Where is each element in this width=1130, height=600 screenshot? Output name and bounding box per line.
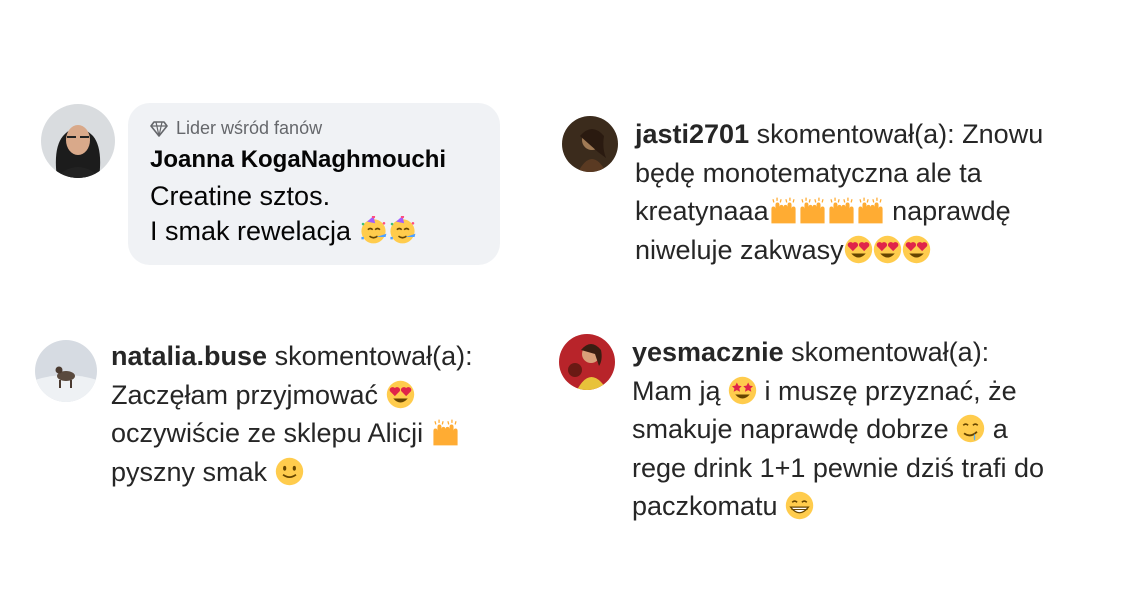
comment-text-line: smakuje naprawdę dobrze a [632,414,1008,444]
heart-eyes-emoji [902,235,931,264]
heart-eyes-emoji [386,380,415,409]
diamond-icon [150,120,168,137]
avatar[interactable] [35,340,97,402]
comment-text-line: Creatine sztos. [150,181,331,211]
avatar[interactable] [562,116,618,172]
heart-eyes-emoji [844,235,873,264]
badge-label: Lider wśród fanów [176,118,323,138]
comment-text-line: niweluje zakwasy [635,231,1043,270]
comment-text-line: oczywiście ze sklepu Alicji [111,414,473,453]
grinning-face-emoji [785,491,814,520]
comment-text-line: I smak rewelacja [150,216,417,247]
raising-hands-emoji [769,196,798,225]
comment-text-line: rege drink 1+1 pewnie dziś trafi do [632,452,1044,483]
comment-text-line: Zaczęłam przyjmować [111,376,473,415]
avatar[interactable] [559,334,615,390]
comment-text-line: Mam ją i muszę przyznać, że [632,375,1017,406]
comment-author[interactable]: Joanna KogaNaghmouchi [150,146,446,174]
comment-text-line: pyszny smak [111,453,473,492]
comment: jasti2701 skomentował(a): Znowu będę mon… [635,115,1043,269]
raising-hands-emoji [798,196,827,225]
slightly-smiling-face-emoji [275,457,304,486]
comment-username[interactable]: natalia.buse [111,341,267,371]
raising-hands-emoji [856,196,885,225]
star-struck-emoji [728,376,757,405]
comment-action: skomentował(a): [749,119,955,149]
comment-text-line: będę monotematyczna ale ta [635,157,982,188]
partying-face-emoji [388,216,417,245]
comment-text: Znowu [954,119,1044,149]
partying-face-emoji [359,216,388,245]
comment: natalia.buse skomentował(a): Zaczęłam pr… [111,337,473,491]
comment-text-line: paczkomatu [632,487,1044,526]
comment-bubble: Lider wśród fanów Joanna KogaNaghmouchi … [128,103,500,265]
raising-hands-emoji [827,196,856,225]
heart-eyes-emoji [873,235,902,264]
comment-text-line: kreatynaaa naprawdę [635,196,1011,226]
avatar[interactable] [41,104,115,178]
fan-badge: Lider wśród fanów [150,118,322,139]
comment-username[interactable]: jasti2701 [635,119,749,149]
raising-hands-emoji [431,418,460,447]
drooling-face-emoji [956,414,985,443]
comment-action: skomentował(a): [783,337,990,367]
comment-username[interactable]: yesmacznie [632,337,784,367]
comment: yesmacznie skomentował(a): Mam ją i musz… [632,333,1044,526]
comment-action: skomentował(a): [267,341,473,371]
